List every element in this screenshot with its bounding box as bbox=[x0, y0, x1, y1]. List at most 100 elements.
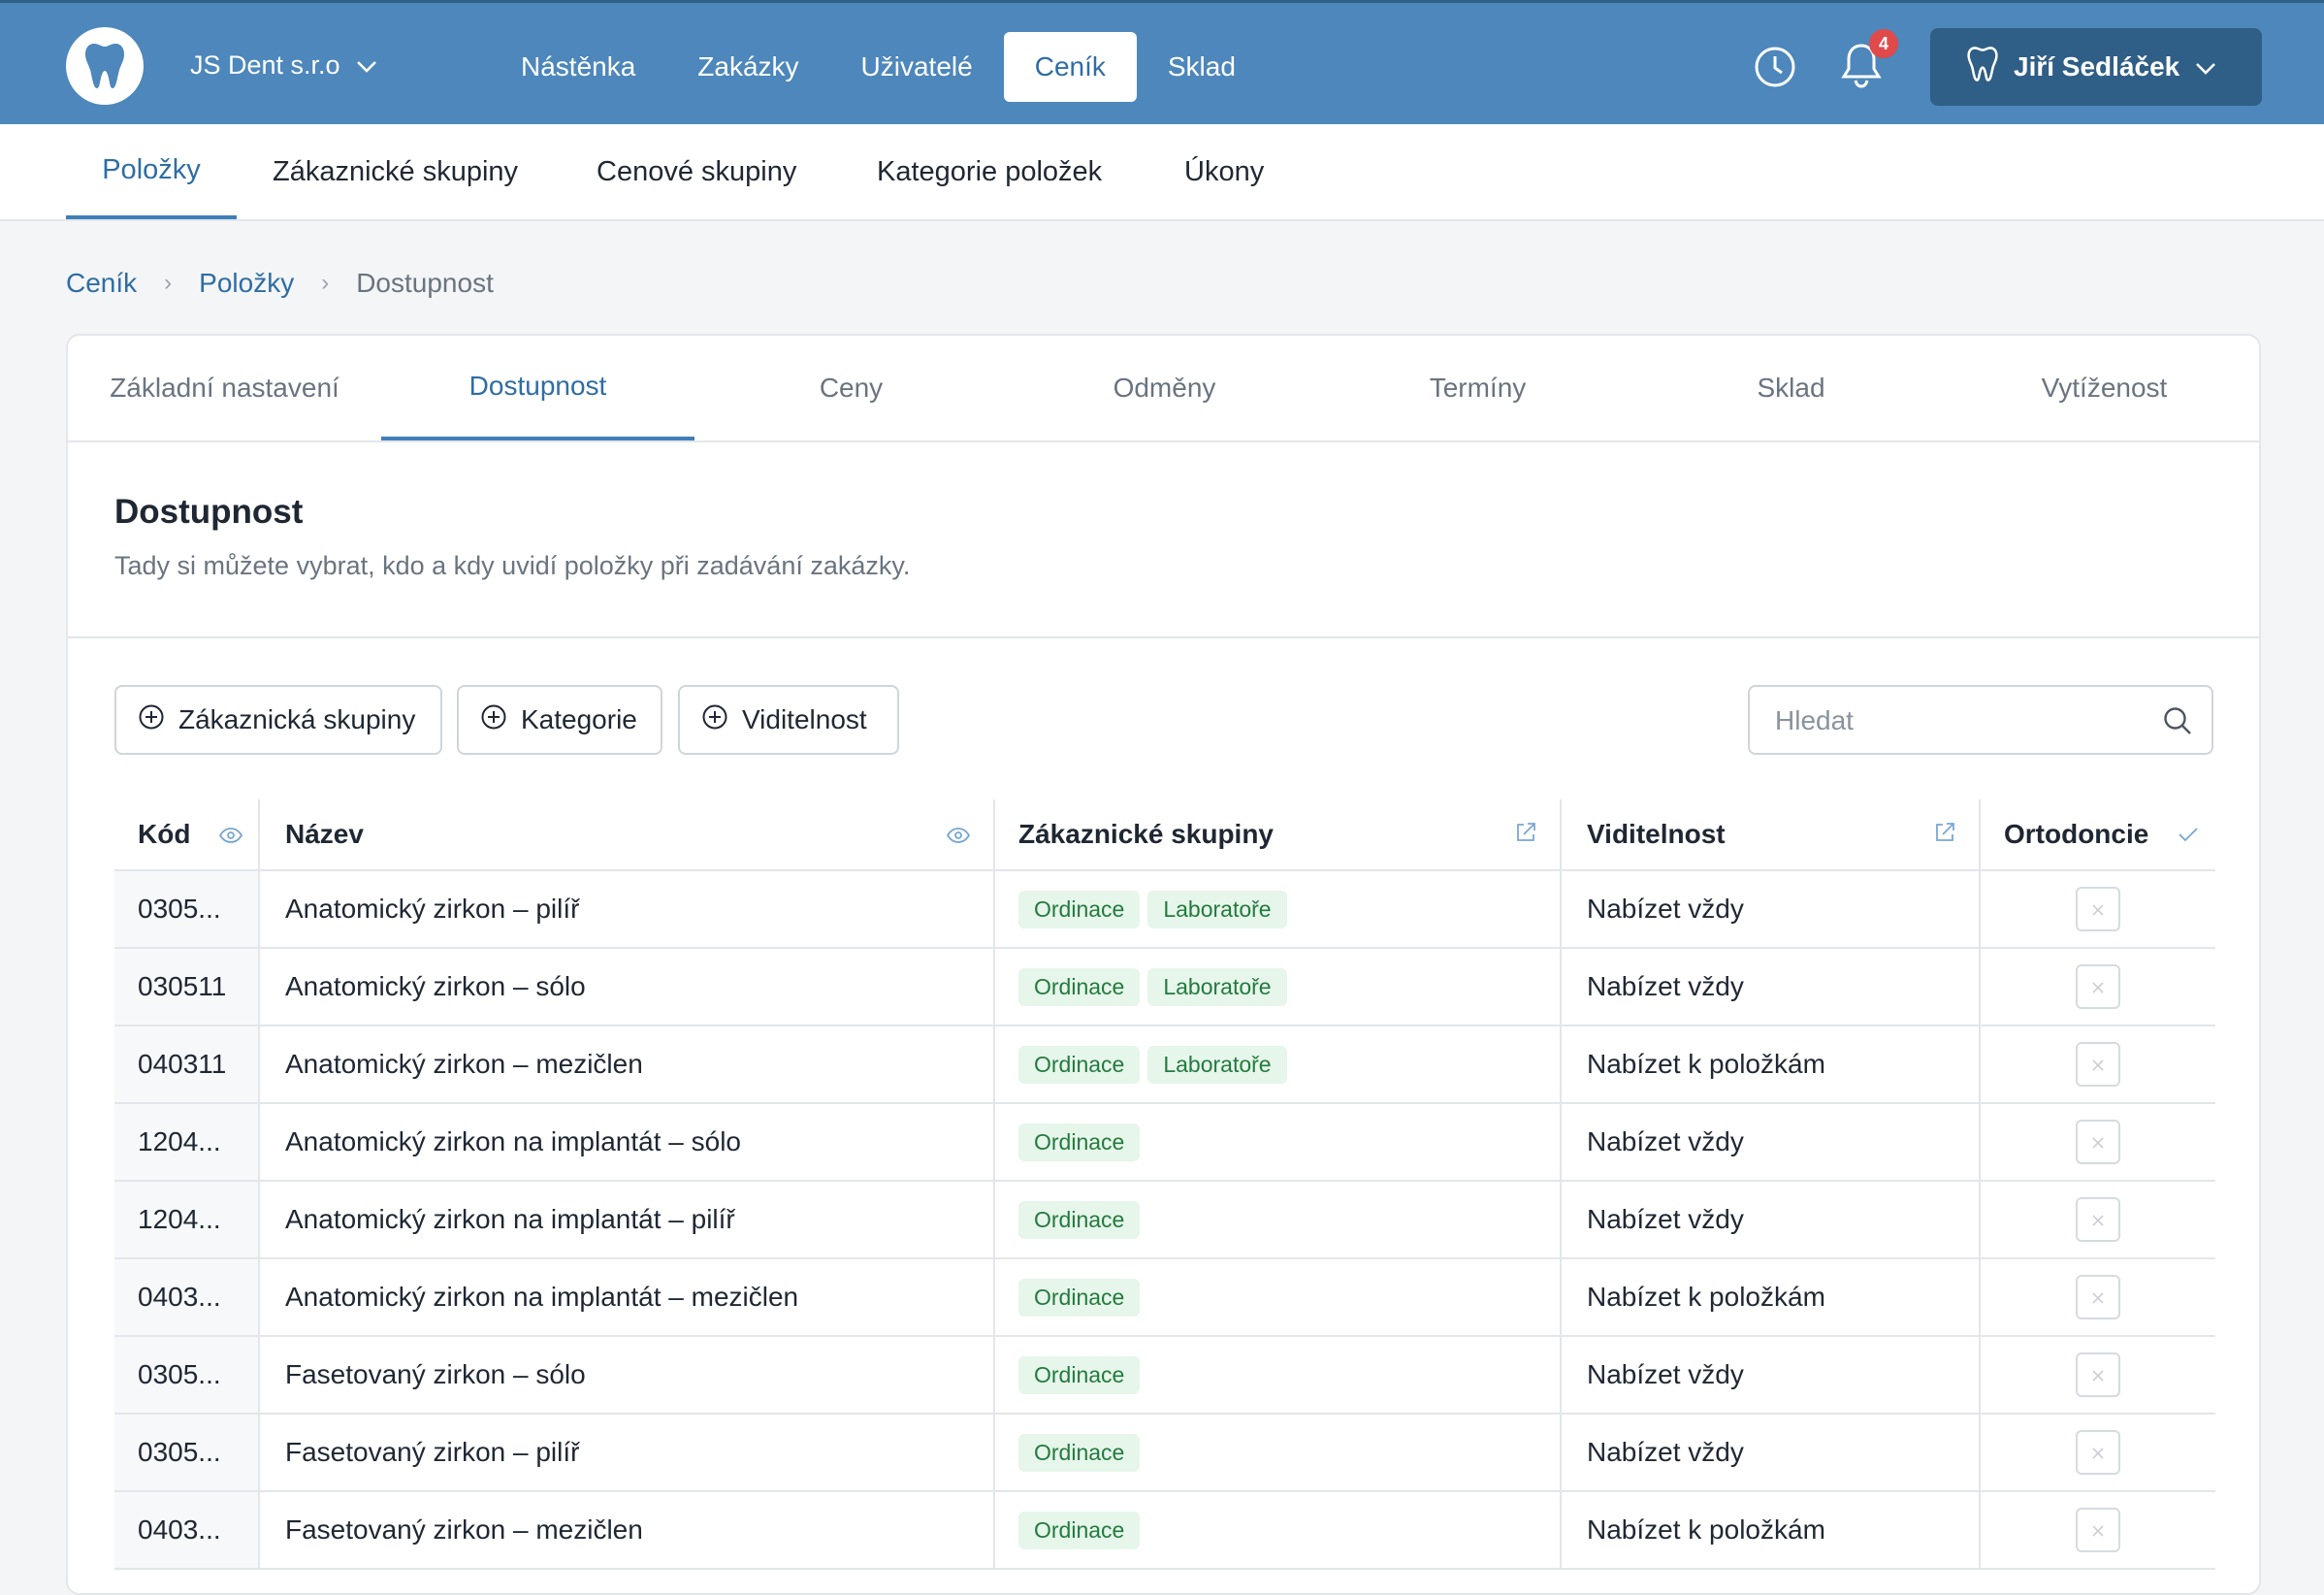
orthodontics-checkbox[interactable] bbox=[2076, 1430, 2120, 1475]
table-row[interactable]: 0305... Fasetovaný zirkon – sólo Ordinace N… bbox=[114, 1337, 2215, 1415]
column-customer-groups-label: Zákaznické skupiny bbox=[1018, 819, 1275, 849]
orthodontics-checkbox[interactable] bbox=[2076, 1120, 2120, 1164]
plus-circle-icon bbox=[480, 703, 507, 737]
cell-visibility: Nabízet vždy bbox=[1560, 1182, 1979, 1257]
column-orthodontics-label: Ortodoncie bbox=[2004, 819, 2149, 849]
subnav-polozky[interactable]: Položky bbox=[66, 124, 237, 219]
cell-orthodontics bbox=[1979, 871, 2215, 947]
customer-group-tag: Laboratoře bbox=[1147, 967, 1287, 1006]
orthodontics-checkbox[interactable] bbox=[2076, 1275, 2120, 1319]
cell-name: Anatomický zirkon na implantát – sólo bbox=[258, 1104, 993, 1180]
subnav-zakaznicke-skupiny[interactable]: Zákaznické skupiny bbox=[273, 124, 518, 219]
cell-orthodontics bbox=[1979, 1492, 2215, 1568]
table-row[interactable]: 030511 Anatomický zirkon – sólo Ordinace La… bbox=[114, 949, 2215, 1026]
section-description: Tady si můžete vybrat, kdo a kdy uvidí p… bbox=[114, 551, 911, 580]
cell-visibility: Nabízet vždy bbox=[1560, 949, 1979, 1025]
cell-customer-groups: Ordinace bbox=[993, 1104, 1560, 1180]
user-name: Jiří Sedláček bbox=[2014, 51, 2180, 81]
check-icon[interactable] bbox=[2178, 819, 2199, 850]
customer-group-tag: Ordinace bbox=[1018, 1123, 1141, 1161]
cell-name: Anatomický zirkon – mezičlen bbox=[258, 1026, 993, 1102]
orthodontics-checkbox[interactable] bbox=[2076, 1042, 2120, 1087]
tab-zakladni-nastaveni[interactable]: Základní nastavení bbox=[68, 336, 381, 440]
nav-zakazky[interactable]: Zakázky bbox=[666, 32, 829, 102]
table-row[interactable]: 040311 Anatomický zirkon – mezičlen Ordina… bbox=[114, 1026, 2215, 1104]
cell-orthodontics bbox=[1979, 1259, 2215, 1335]
table-row[interactable]: 1204... Anatomický zirkon na implantát – … bbox=[114, 1104, 2215, 1182]
divider bbox=[68, 636, 2259, 638]
table-row[interactable]: 0305... Fasetovaný zirkon – pilíř Ordinace… bbox=[114, 1415, 2215, 1492]
orthodontics-checkbox[interactable] bbox=[2076, 964, 2120, 1009]
nav-cenik[interactable]: Ceník bbox=[1003, 32, 1137, 102]
company-switcher[interactable]: JS Dent s.r.o bbox=[190, 46, 377, 84]
orthodontics-checkbox[interactable] bbox=[2076, 1508, 2120, 1552]
cell-customer-groups: Ordinace Laboratoře bbox=[993, 1026, 1560, 1102]
cell-orthodontics bbox=[1979, 1415, 2215, 1490]
column-name-label: Název bbox=[285, 819, 364, 849]
customer-group-tag: Ordinace bbox=[1018, 1355, 1141, 1394]
table-row[interactable]: 0403... Anatomický zirkon na implantát – … bbox=[114, 1259, 2215, 1337]
tab-ceny[interactable]: Ceny bbox=[694, 336, 1008, 440]
breadcrumb-cenik[interactable]: Ceník bbox=[66, 268, 137, 299]
nav-uzivatele[interactable]: Uživatelé bbox=[830, 32, 1004, 102]
tooth-logo-icon[interactable] bbox=[66, 27, 144, 105]
tab-dostupnost[interactable]: Dostupnost bbox=[381, 336, 694, 440]
cell-code: 0305... bbox=[114, 1337, 258, 1413]
search-icon[interactable] bbox=[2163, 706, 2192, 740]
close-icon bbox=[2090, 1282, 2106, 1313]
cell-customer-groups: Ordinace bbox=[993, 1415, 1560, 1490]
filter-category-button[interactable]: Kategorie bbox=[457, 685, 662, 755]
nav-sklad[interactable]: Sklad bbox=[1137, 32, 1267, 102]
cell-orthodontics bbox=[1979, 949, 2215, 1025]
company-name: JS Dent s.r.o bbox=[190, 49, 340, 80]
filter-customer-group-button[interactable]: Zákaznická skupiny bbox=[114, 685, 442, 755]
tab-odmeny[interactable]: Odměny bbox=[1008, 336, 1321, 440]
tab-sklad[interactable]: Sklad bbox=[1634, 336, 1948, 440]
cell-name: Anatomický zirkon – sólo bbox=[258, 949, 993, 1025]
external-link-icon[interactable] bbox=[1934, 819, 1955, 850]
nav-nastenka[interactable]: Nástěnka bbox=[490, 32, 666, 102]
subnav-cenove-skupiny[interactable]: Cenové skupiny bbox=[597, 124, 796, 219]
sub-nav: Položky Zákaznické skupiny Cenové skupin… bbox=[0, 124, 2324, 221]
cell-name: Anatomický zirkon na implantát – mezičle… bbox=[258, 1259, 993, 1335]
table-row[interactable]: 0403... Fasetovaný zirkon – mezičlen Ordin… bbox=[114, 1492, 2215, 1570]
close-icon bbox=[2090, 1359, 2106, 1390]
cell-name: Fasetovaný zirkon – sólo bbox=[258, 1337, 993, 1413]
table-row[interactable]: 0305... Anatomický zirkon – pilíř Ordinace… bbox=[114, 871, 2215, 949]
breadcrumb-polozky[interactable]: Položky bbox=[199, 268, 294, 299]
tab-terminy[interactable]: Termíny bbox=[1321, 336, 1634, 440]
tooth-icon bbox=[1967, 46, 1998, 88]
chevron-down-icon bbox=[356, 50, 377, 81]
cell-visibility: Nabízet k položkám bbox=[1560, 1259, 1979, 1335]
filter-visibility-button[interactable]: Viditelnost bbox=[678, 685, 899, 755]
customer-group-tag: Ordinace bbox=[1018, 1511, 1141, 1549]
cell-orthodontics bbox=[1979, 1104, 2215, 1180]
chevron-right-icon: › bbox=[164, 270, 173, 296]
cell-orthodontics bbox=[1979, 1337, 2215, 1413]
orthodontics-checkbox[interactable] bbox=[2076, 1352, 2120, 1397]
orthodontics-checkbox[interactable] bbox=[2076, 1197, 2120, 1242]
cell-visibility: Nabízet vždy bbox=[1560, 1337, 1979, 1413]
cell-visibility: Nabízet k položkám bbox=[1560, 1492, 1979, 1568]
table-row[interactable]: 1204... Anatomický zirkon na implantát – … bbox=[114, 1182, 2215, 1259]
cell-visibility: Nabízet vždy bbox=[1560, 871, 1979, 947]
orthodontics-checkbox[interactable] bbox=[2076, 887, 2120, 931]
tab-vytizenost[interactable]: Vytíženost bbox=[1948, 336, 2259, 440]
eye-icon[interactable] bbox=[219, 819, 243, 850]
subnav-ukony[interactable]: Úkony bbox=[1184, 124, 1264, 219]
user-menu[interactable]: Jiří Sedláček bbox=[1930, 28, 2262, 106]
customer-group-tag: Ordinace bbox=[1018, 890, 1141, 928]
customer-group-tag: Ordinace bbox=[1018, 1278, 1141, 1317]
main-nav: Nástěnka Zakázky Uživatelé Ceník Sklad bbox=[490, 32, 1267, 102]
column-header-customer-groups: Zákaznické skupiny bbox=[993, 799, 1560, 869]
search-input[interactable] bbox=[1773, 700, 2146, 741]
filter-category-label: Kategorie bbox=[521, 704, 637, 734]
column-header-code: Kód bbox=[114, 799, 258, 869]
top-bar: JS Dent s.r.o Nástěnka Zakázky Uživatelé… bbox=[0, 0, 2324, 124]
cell-code: 030511 bbox=[114, 949, 258, 1025]
eye-icon[interactable] bbox=[946, 819, 971, 850]
external-link-icon[interactable] bbox=[1515, 819, 1536, 850]
subnav-kategorie-polozek[interactable]: Kategorie položek bbox=[877, 124, 1102, 219]
cell-name: Anatomický zirkon – pilíř bbox=[258, 871, 993, 947]
clock-icon[interactable] bbox=[1754, 46, 1796, 93]
